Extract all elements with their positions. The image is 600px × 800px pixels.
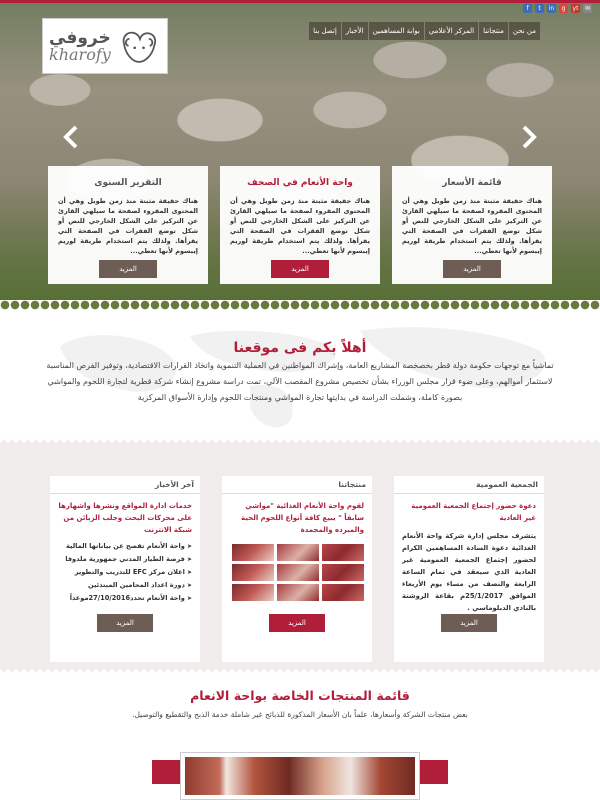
nav-products[interactable]: منتجاتنا	[478, 22, 508, 40]
card-more-button[interactable]: المزيد	[271, 260, 329, 278]
youtube-icon[interactable]: yt	[571, 4, 580, 13]
product-thumbnail[interactable]	[322, 584, 364, 601]
product-thumbnail[interactable]	[277, 564, 319, 581]
assembly-more-button[interactable]: المزيد	[441, 614, 497, 632]
card-price-list: قائمة الأسعار هناك حقيقة مثبتة منذ زمن ط…	[392, 166, 552, 284]
nav-about[interactable]: من نحن	[507, 22, 540, 40]
slider-prev-arrow-icon[interactable]	[58, 124, 84, 150]
card-title: واحة الأنعام في الصحف	[247, 178, 353, 188]
facebook-icon[interactable]: f	[523, 4, 532, 13]
panel-heading: آخر الأخبار	[50, 476, 200, 494]
news-list: واحة الأنعام تفصح عن بياناتها المالية فر…	[58, 540, 192, 605]
news-item[interactable]: واحة الأنعام تحدد27/10/2016موعداً	[58, 592, 192, 605]
products-more-button[interactable]: المزيد	[269, 614, 325, 632]
ram-icon	[122, 31, 156, 63]
product-thumbnail[interactable]	[232, 564, 274, 581]
nav-media-center[interactable]: المركز الأعلامي	[423, 22, 478, 40]
products-list-text: بعض منتجات الشركة وأسعارها، علماً بان ال…	[132, 710, 468, 719]
assembly-panel: الجمعية العمومية دعوة حضور إجتماع الجمعي…	[394, 476, 544, 662]
linkedin-icon[interactable]: in	[547, 4, 556, 13]
card-text: هناك حقيقة مثبتة منذ زمن طويل وهي أن الم…	[402, 197, 542, 255]
nav-news[interactable]: الأخبار	[340, 22, 368, 40]
product-thumbnail[interactable]	[277, 584, 319, 601]
top-accent-line	[0, 0, 600, 3]
welcome-section: أهلاً بكم فى موقعنا تماشياً مع توجهات حك…	[0, 316, 600, 434]
products-link[interactable]: لقوم واحة الأنعام الغذائية "مواشي سابقاً…	[230, 500, 364, 536]
hero-cards: قائمة الأسعار هناك حقيقة مثبتة منذ زمن ط…	[48, 166, 552, 286]
product-thumbnail[interactable]	[322, 544, 364, 561]
card-press: واحة الأنعام في الصحف هناك حقيقة مثبتة م…	[220, 166, 380, 284]
logo-english-text: kharofy	[49, 45, 111, 64]
assembly-text: يتشرف مجلس إدارة شركة واحة الأنعام الغذا…	[402, 532, 536, 612]
zigzag-divider	[0, 666, 600, 674]
card-title: قائمة الأسعار	[442, 178, 502, 188]
site-logo[interactable]: خروفي kharofy	[42, 18, 168, 74]
news-item[interactable]: اعلان مركز EFC للتدريب والتطوير	[58, 566, 192, 579]
card-annual-report: التقرير السنوى هناك حقيقة مثبتة منذ زمن …	[48, 166, 208, 284]
product-thumbnails	[230, 544, 364, 601]
decorative-dots-divider	[0, 298, 600, 312]
social-bar: f t in g yt ✉	[523, 4, 592, 13]
product-thumbnail[interactable]	[322, 564, 364, 581]
card-title: التقرير السنوى	[94, 178, 162, 188]
nav-contact[interactable]: إتصل بنا	[308, 22, 341, 40]
news-panel: آخر الأخبار خدمات ادارة المواقع ونشرها و…	[50, 476, 200, 662]
nav-shareholders[interactable]: بوابة المساهمين	[367, 22, 424, 40]
news-link[interactable]: خدمات ادارة المواقع ونشرها واشهارها على …	[58, 500, 192, 536]
product-thumbnail[interactable]	[277, 544, 319, 561]
google-plus-icon[interactable]: g	[559, 4, 568, 13]
butcher-shop-photo	[180, 752, 420, 800]
news-more-button[interactable]: المزيد	[97, 614, 153, 632]
card-text: هناك حقيقة مثبتة منذ زمن طويل وهي أن الم…	[58, 197, 198, 255]
card-more-button[interactable]: المزيد	[99, 260, 157, 278]
welcome-text: تماشياً مع توجهات حكومة دولة قطر بخصخصة …	[46, 361, 554, 402]
card-more-button[interactable]: المزيد	[443, 260, 501, 278]
news-item[interactable]: فرصة الطيار المدني جمهورية ملدوفا	[58, 553, 192, 566]
welcome-title: أهلاً بكم فى موقعنا	[233, 340, 367, 356]
news-item[interactable]: دورة اعداد المحامين المبتدئين	[58, 579, 192, 592]
products-panel: منتجاتنا لقوم واحة الأنعام الغذائية "موا…	[222, 476, 372, 662]
news-item[interactable]: واحة الأنعام تفصح عن بياناتها المالية	[58, 540, 192, 553]
product-thumbnail[interactable]	[232, 544, 274, 561]
slider-next-arrow-icon[interactable]	[516, 124, 542, 150]
mail-icon[interactable]: ✉	[583, 4, 592, 13]
panel-heading: منتجاتنا	[222, 476, 372, 494]
twitter-icon[interactable]: t	[535, 4, 544, 13]
card-text: هناك حقيقة مثبتة منذ زمن طويل وهي أن الم…	[230, 197, 370, 255]
assembly-link[interactable]: دعوة حضور إجتماع الجمعية العمومية غير ال…	[402, 500, 536, 524]
panel-heading: الجمعية العمومية	[394, 476, 544, 494]
main-nav: من نحن منتجاتنا المركز الأعلامي بوابة ال…	[308, 22, 540, 40]
products-list-title: قائمة المنتجات الخاصة بواحة الانعام	[190, 688, 410, 703]
zigzag-divider	[0, 438, 600, 446]
product-thumbnail[interactable]	[232, 584, 274, 601]
